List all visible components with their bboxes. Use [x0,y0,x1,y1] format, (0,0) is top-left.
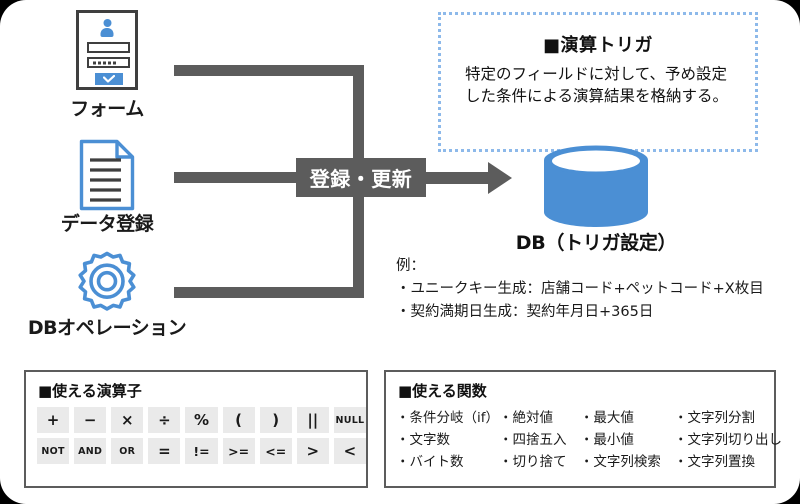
operator-cell: <= [259,438,292,464]
person-glyph [100,19,114,37]
gear-icon [72,248,142,318]
connector-line-form [174,65,364,76]
function-item: ・絶対値 [499,410,554,426]
operators-panel-title: ■使える演算子 [38,382,142,400]
form-field-text [87,42,130,53]
functions-grid: ・条件分岐（if） ・文字数 ・バイト数 ・絶対値 ・四捨五入 ・切り捨て ・最… [396,408,782,474]
operator-cell: ) [259,407,292,433]
function-item: ・バイト数 [396,453,464,470]
operator-cell: × [111,407,144,433]
operators-panel: ■使える演算子 + − × ÷ % ( ) || NULL NOT AND OR… [24,370,368,488]
example-item: ・ユニークキー生成：店舗コード+ペットコード+X枚目 [396,281,764,298]
operators-grid: + − × ÷ % ( ) || NULL NOT AND OR = != >=… [37,407,366,464]
functions-column: ・最大値 ・最小値 ・文字列検索 [580,408,674,474]
operator-cell: < [333,438,366,464]
function-item: ・切り捨て [499,453,567,470]
examples-block: 例： ・ユニークキー生成：店舗コード+ペットコード+X枚目 ・契約満期日生成：契… [396,255,764,323]
operator-cell: > [296,438,329,464]
operator-cell: + [37,407,70,433]
operator-cell: >= [222,438,255,464]
operators-row: + − × ÷ % ( ) || NULL [37,407,366,433]
functions-column: ・条件分岐（if） ・文字数 ・バイト数 [396,408,499,474]
operator-cell: != [185,438,218,464]
trigger-callout: ■演算トリガ 特定のフィールドに対して、予め設定した条件による演算結果を格納する… [438,12,758,152]
form-icon [76,10,138,90]
operators-row: NOT AND OR = != >= <= > < [37,438,366,464]
flow-action-label: 登録・更新 [296,158,426,197]
source-label-form: フォーム [70,98,144,120]
operator-cell: ( [222,407,255,433]
database-label: DB（トリガ設定） [515,232,677,254]
operator-cell: AND [74,438,107,464]
operator-cell: % [185,407,218,433]
password-dots-icon [93,61,116,64]
form-field-password [87,57,130,68]
person-body [100,28,114,37]
operator-cell: || [296,407,329,433]
operator-cell: ÷ [148,407,181,433]
diagram-canvas: フォーム データ登録 DBオペレーション 登録・更新 ■演算トリガ 特定のフィー… [0,0,800,504]
function-item: ・最大値 [579,410,634,426]
form-submit-button-glyph [95,73,123,85]
operator-cell: OR [111,438,144,464]
functions-panel: ■使える関数 ・条件分岐（if） ・文字数 ・バイト数 ・絶対値 ・四捨五入 ・… [384,370,782,488]
operator-cell: NULL [333,407,366,433]
examples-heading: 例： [396,258,425,274]
function-item: ・最小値 [579,431,634,448]
document-icon [79,139,135,211]
arrow-right-icon [426,160,526,196]
connector-line-db-op [174,287,364,298]
trigger-callout-title: ■演算トリガ [542,35,653,56]
functions-column: ・文字列分割 ・文字列切り出し ・文字列置換 [674,408,782,474]
functions-panel-title: ■使える関数 [398,382,487,400]
operator-cell: = [148,438,181,464]
example-item: ・契約満期日生成：契約年月日+365日 [396,303,654,320]
function-item: ・文字列検索 [579,453,661,470]
function-item: ・条件分岐（if） [396,410,500,426]
person-head [103,19,111,27]
functions-column: ・絶対値 ・四捨五入 ・切り捨て [499,408,580,474]
function-item: ・文字列切り出し [674,431,782,448]
source-label-db-operation: DBオペレーション [27,317,187,339]
function-item: ・四捨五入 [499,431,567,448]
function-item: ・文字数 [396,431,450,448]
operator-cell: − [74,407,107,433]
operator-cell: NOT [37,438,70,464]
source-label-data-entry: データ登録 [60,213,154,235]
database-cylinder-icon [538,142,654,230]
trigger-callout-body: 特定のフィールドに対して、予め設定した条件による演算結果を格納する。 [465,65,729,106]
function-item: ・文字列分割 [674,410,755,426]
function-item: ・文字列置換 [674,453,755,470]
